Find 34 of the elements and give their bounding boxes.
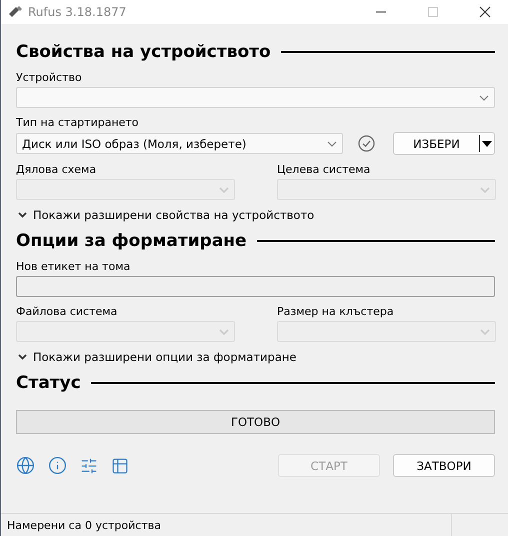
field-label: Нов етикет на тома bbox=[16, 260, 132, 273]
field-label: Тип на стартирането bbox=[16, 116, 140, 129]
section-heading: Статус bbox=[16, 373, 81, 393]
dropdown-arrow-icon bbox=[482, 140, 492, 146]
chevron-down-icon bbox=[219, 186, 229, 192]
window-title: Rufus 3.18.1877 bbox=[28, 5, 128, 19]
field-label: Файлова система bbox=[16, 305, 118, 318]
section-heading: Опции за форматиране bbox=[16, 231, 247, 251]
select-button[interactable]: ИЗБЕРИ bbox=[393, 132, 495, 155]
globe-icon[interactable] bbox=[16, 456, 35, 475]
chevron-down-icon bbox=[18, 354, 27, 360]
usb-drive-icon bbox=[8, 6, 22, 18]
action-button[interactable]: ЗАТВОРИ bbox=[393, 454, 495, 477]
field-label: Устройство bbox=[16, 71, 83, 84]
sliders-icon[interactable] bbox=[80, 456, 98, 474]
expander-toggle[interactable]: Покажи разширени опции за форматиране bbox=[16, 350, 296, 364]
chevron-down-icon bbox=[480, 328, 490, 334]
field-label: Дялова схема bbox=[16, 163, 98, 176]
chevron-down-icon bbox=[479, 94, 489, 100]
chevron-down-icon bbox=[219, 328, 229, 334]
check-icon[interactable] bbox=[358, 135, 375, 152]
info-icon[interactable] bbox=[48, 456, 67, 475]
status-text: Намерени са 0 устройства bbox=[6, 518, 162, 532]
chevron-down-icon bbox=[18, 212, 27, 218]
chevron-down-icon bbox=[327, 140, 337, 146]
chevron-down-icon bbox=[480, 186, 490, 192]
dropdown[interactable]: Диск или ISO образ (Моля, изберете) bbox=[16, 133, 343, 154]
field-label: Размер на клъстера bbox=[277, 305, 395, 318]
field-label: Целева система bbox=[277, 163, 372, 176]
dropdown[interactable] bbox=[16, 87, 495, 108]
table-icon[interactable] bbox=[111, 456, 129, 474]
section-heading: Свойства на устройството bbox=[16, 42, 271, 62]
expander-toggle[interactable]: Покажи разширени свойства на устройството bbox=[16, 208, 314, 222]
text-field[interactable] bbox=[16, 276, 495, 297]
